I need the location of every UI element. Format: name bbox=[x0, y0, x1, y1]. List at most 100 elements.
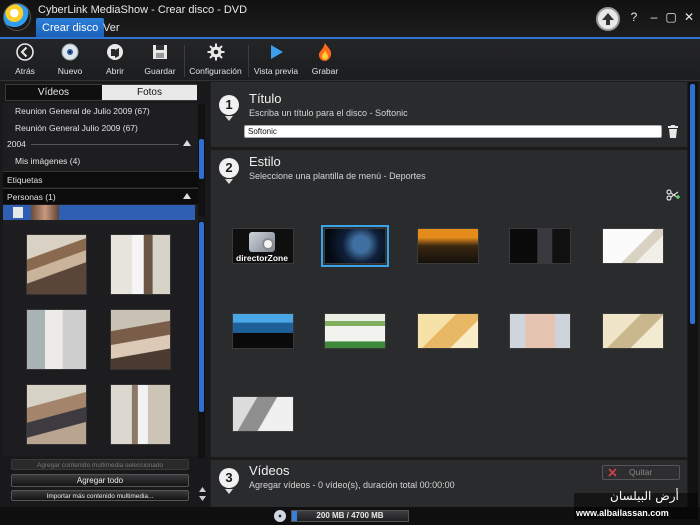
expand-arrow-icon[interactable] bbox=[225, 179, 233, 184]
toolbar-divider bbox=[248, 45, 249, 77]
add-all-button[interactable]: Agregar todo bbox=[11, 474, 189, 487]
photo-thumbnail[interactable] bbox=[26, 309, 87, 370]
photo-thumbnail[interactable] bbox=[110, 234, 171, 295]
step-videos-description: Agregar vídeos - 0 vídeo(s), duración to… bbox=[249, 480, 455, 490]
person-face-thumbnail bbox=[31, 205, 59, 220]
photo-thumbnail[interactable] bbox=[26, 234, 87, 295]
close-button[interactable]: ✕ bbox=[682, 10, 696, 24]
scroll-arrows-icon[interactable] bbox=[199, 486, 206, 502]
app-logo-icon[interactable] bbox=[3, 3, 31, 31]
main-scrollbar-thumb[interactable] bbox=[690, 84, 695, 324]
expand-arrow-icon[interactable] bbox=[225, 489, 233, 494]
photo-thumbnail[interactable] bbox=[26, 384, 87, 445]
template-thumbnail[interactable] bbox=[232, 313, 294, 349]
burn-button[interactable]: Grabar bbox=[308, 39, 342, 81]
step-title-heading: Título bbox=[249, 91, 282, 106]
photo-scrollbar[interactable] bbox=[198, 222, 205, 458]
step-number-badge: 3 bbox=[219, 468, 239, 488]
minimize-button[interactable]: – bbox=[647, 10, 661, 24]
window-title: CyberLink MediaShow - Crear disco - DVD bbox=[38, 4, 248, 16]
watermark-arabic-text: أرض البيلسان bbox=[610, 489, 679, 503]
capacity-fill bbox=[292, 511, 297, 521]
album-item[interactable]: Reunion General de Julio 2009 (67) bbox=[3, 103, 198, 119]
open-folder-icon bbox=[107, 44, 123, 60]
help-button[interactable]: ? bbox=[627, 10, 641, 24]
step-style-heading: Estilo bbox=[249, 154, 281, 169]
tags-header[interactable]: Etiquetas bbox=[3, 171, 198, 187]
album-scrollbar[interactable] bbox=[198, 104, 205, 216]
template-thumbnail[interactable] bbox=[602, 313, 664, 349]
preview-label: Vista previa bbox=[253, 66, 299, 76]
template-thumbnail[interactable] bbox=[417, 313, 479, 349]
collapse-arrow-icon[interactable] bbox=[183, 193, 191, 199]
expand-arrow-icon[interactable] bbox=[225, 116, 233, 121]
settings-button[interactable]: Configuración bbox=[188, 39, 243, 81]
template-thumbnail[interactable] bbox=[509, 313, 571, 349]
home-up-arrow-icon bbox=[602, 13, 614, 25]
template-thumbnail[interactable] bbox=[324, 313, 386, 349]
add-selected-button[interactable]: Agregar contenido multimedia seleccionad… bbox=[11, 459, 189, 470]
scissors-edit-icon[interactable] bbox=[666, 189, 680, 201]
preview-button[interactable]: Vista previa bbox=[253, 39, 299, 81]
template-thumbnail[interactable] bbox=[232, 396, 294, 432]
album-item[interactable]: Mis imágenes (4) bbox=[3, 153, 198, 169]
tab-fotos[interactable]: Fotos bbox=[102, 85, 197, 100]
photo-thumbnail[interactable] bbox=[110, 384, 171, 445]
remove-label: Quitar bbox=[629, 467, 653, 477]
template-thumbnail-selected[interactable] bbox=[321, 225, 389, 267]
tab-crear-disco[interactable]: Crear disco bbox=[36, 18, 105, 38]
open-label: Abrir bbox=[106, 66, 124, 76]
maximize-button[interactable]: ▢ bbox=[664, 10, 678, 24]
import-more-button[interactable]: Importar más contenido multimedia... bbox=[11, 490, 189, 501]
step-number-badge: 2 bbox=[219, 158, 239, 178]
back-label: Atrás bbox=[15, 66, 35, 76]
person-face-item[interactable] bbox=[3, 205, 195, 220]
photo-grid bbox=[3, 224, 198, 456]
people-header[interactable]: Personas (1) bbox=[3, 188, 198, 204]
year-divider bbox=[31, 144, 179, 145]
section-divider bbox=[211, 147, 687, 150]
remove-x-icon bbox=[608, 468, 617, 477]
photo-thumbnail[interactable] bbox=[110, 309, 171, 370]
back-button[interactable]: Atrás bbox=[8, 39, 42, 81]
play-icon bbox=[271, 45, 283, 59]
save-button[interactable]: Guardar bbox=[142, 39, 178, 81]
watermark-url: www.albailassan.com bbox=[576, 508, 669, 518]
back-arrow-icon bbox=[16, 43, 34, 61]
step-style-description: Seleccione una plantilla de menú - Depor… bbox=[249, 171, 426, 181]
disc-capacity-bar: 200 MB / 4700 MB bbox=[291, 510, 409, 522]
main-scrollbar[interactable] bbox=[688, 82, 698, 507]
remove-button[interactable]: Quitar bbox=[602, 465, 680, 480]
album-item[interactable]: Reunión General Julio 2009 (67) bbox=[3, 120, 198, 136]
template-thumbnail[interactable] bbox=[602, 228, 664, 264]
person-face-thumbnail-small bbox=[13, 207, 23, 218]
tab-ver[interactable]: Ver bbox=[97, 18, 126, 38]
toolbar: Atrás Nuevo Abrir Guardar Configuración … bbox=[0, 39, 700, 81]
trash-icon[interactable] bbox=[668, 125, 678, 138]
open-button[interactable]: Abrir bbox=[98, 39, 132, 81]
collapse-arrow-icon[interactable] bbox=[183, 140, 191, 146]
library-panel: Vídeos Fotos Reunion General de Julio 20… bbox=[0, 82, 210, 507]
photo-scrollbar-thumb[interactable] bbox=[199, 222, 204, 412]
disc-icon bbox=[61, 43, 79, 61]
tab-videos[interactable]: Vídeos bbox=[6, 85, 101, 100]
gear-icon bbox=[207, 43, 224, 61]
floppy-save-icon bbox=[153, 45, 167, 59]
step-number-badge: 1 bbox=[219, 95, 239, 115]
new-button[interactable]: Nuevo bbox=[53, 39, 87, 81]
section-divider bbox=[211, 457, 687, 460]
disc-title-field[interactable]: Softonic bbox=[244, 125, 662, 138]
director-zone-template[interactable]: directorZone bbox=[232, 228, 294, 264]
media-type-switch: Vídeos Fotos bbox=[5, 84, 197, 101]
template-thumbnail[interactable] bbox=[509, 228, 571, 264]
step-title-description: Escriba un título para el disco - Softon… bbox=[249, 108, 408, 118]
disc-creation-panel: 1 Título Escriba un título para el disco… bbox=[211, 82, 687, 507]
director-zone-label: directorZone bbox=[236, 253, 288, 263]
disc-capacity-icon bbox=[274, 510, 286, 522]
flame-icon bbox=[319, 43, 332, 61]
album-scrollbar-thumb[interactable] bbox=[199, 139, 204, 179]
template-thumbnail[interactable] bbox=[417, 228, 479, 264]
home-button[interactable] bbox=[596, 7, 620, 31]
save-label: Guardar bbox=[144, 66, 176, 76]
burn-label: Grabar bbox=[311, 66, 339, 76]
